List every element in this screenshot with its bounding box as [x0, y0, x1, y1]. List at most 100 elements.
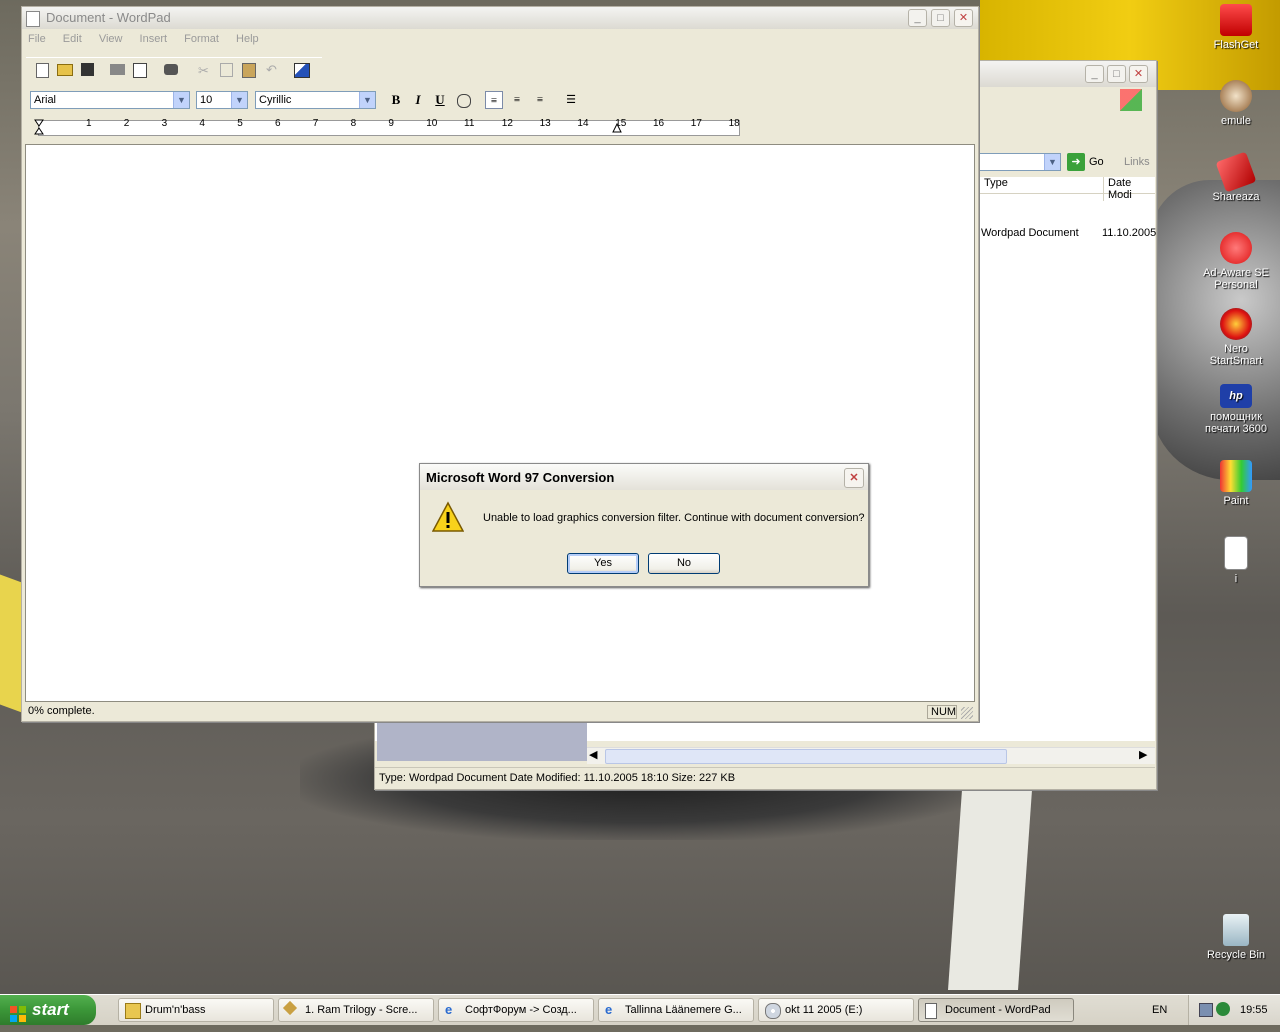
cut-icon[interactable]: ✂: [198, 63, 214, 79]
desktop-icon-i[interactable]: i: [1198, 536, 1274, 585]
print-icon[interactable]: [110, 64, 125, 75]
shareaza-icon: [1215, 151, 1257, 193]
font-size-combo[interactable]: 10 ▼: [196, 91, 248, 109]
ruler-number: 17: [690, 118, 702, 129]
menu-view[interactable]: View: [99, 33, 123, 45]
insert-date-time-icon[interactable]: [294, 63, 310, 78]
align-left-icon[interactable]: ≡: [485, 91, 503, 109]
menu-edit[interactable]: Edit: [63, 33, 82, 45]
scroll-thumb[interactable]: [605, 749, 1007, 764]
desktop-icon-label: Nero StartSmart: [1209, 343, 1263, 367]
status-text: 0% complete.: [28, 705, 95, 717]
task-wordpad[interactable]: Document - WordPad: [918, 998, 1074, 1022]
script-combo[interactable]: Cyrillic ▼: [255, 91, 376, 109]
menu-file[interactable]: File: [28, 33, 46, 45]
undo-icon[interactable]: ↶: [266, 62, 282, 78]
task-tallinna[interactable]: e Tallinna Läänemere G...: [598, 998, 754, 1022]
indent-marker-icon[interactable]: [34, 119, 44, 135]
window-title: Document - WordPad: [46, 10, 171, 25]
menu-bar: File Edit View Insert Format Help: [22, 29, 978, 49]
ruler-number: 6: [275, 118, 281, 129]
scroll-right-icon[interactable]: ▶: [1139, 748, 1147, 761]
network-icon[interactable]: [1199, 1003, 1213, 1017]
resize-grip-icon[interactable]: [961, 707, 973, 719]
align-right-icon[interactable]: ≡: [531, 91, 549, 109]
maximize-button[interactable]: □: [1107, 65, 1126, 83]
task-label: Document - WordPad: [945, 1004, 1051, 1016]
address-combo[interactable]: ▼: [979, 153, 1061, 171]
desktop-icon-flashget[interactable]: FlashGet: [1198, 4, 1274, 51]
italic-button[interactable]: I: [409, 91, 427, 109]
close-button[interactable]: ✕: [844, 468, 864, 488]
desktop-icon-adaware[interactable]: Ad-Aware SE Personal: [1198, 232, 1274, 291]
maximize-button[interactable]: □: [931, 9, 950, 27]
close-button[interactable]: ✕: [954, 9, 973, 27]
app-icon: [282, 1000, 298, 1016]
align-center-icon[interactable]: ≡: [508, 91, 526, 109]
recycle-bin-icon: [1223, 914, 1249, 946]
color-palette-icon[interactable]: [455, 91, 473, 109]
bullets-icon[interactable]: ☰: [562, 91, 580, 109]
nero-icon: [1220, 308, 1252, 340]
task-label: 1. Ram Trilogy - Scre...: [305, 1004, 418, 1016]
print-preview-icon[interactable]: [133, 63, 147, 78]
menu-format[interactable]: Format: [184, 33, 219, 45]
go-button[interactable]: Go: [1089, 156, 1104, 168]
task-softforum[interactable]: e СофтФорум -> Созд...: [438, 998, 594, 1022]
no-button[interactable]: No: [648, 553, 720, 574]
horizontal-scrollbar[interactable]: ◀ ▶: [587, 747, 1155, 764]
task-cd-drive[interactable]: okt 11 2005 (E:): [758, 998, 914, 1022]
paste-icon[interactable]: [242, 63, 256, 78]
menu-insert[interactable]: Insert: [140, 33, 168, 45]
task-ram-trilogy[interactable]: 1. Ram Trilogy - Scre...: [278, 998, 434, 1022]
desktop-icon-nero[interactable]: Nero StartSmart: [1198, 308, 1274, 367]
wordpad-titlebar[interactable]: Document - WordPad _ □ ✕: [22, 7, 978, 29]
ie-icon: e: [605, 1002, 613, 1017]
task-drumnbass[interactable]: Drum'n'bass: [118, 998, 274, 1022]
start-button[interactable]: start: [0, 995, 96, 1025]
file-type-cell[interactable]: Wordpad Document: [981, 227, 1079, 239]
desktop-icon-paint[interactable]: Paint: [1198, 460, 1274, 507]
underline-button[interactable]: U: [431, 91, 449, 109]
language-indicator[interactable]: EN: [1152, 1004, 1167, 1016]
wordpad-window[interactable]: Document - WordPad _ □ ✕ File Edit View …: [21, 6, 979, 722]
flashget-icon: [1220, 4, 1252, 36]
copy-icon[interactable]: [220, 63, 233, 77]
ruler[interactable]: 1 2 3 4 5 6 7 8 9 10 11 12 13 14 15 16 17 18: [26, 117, 974, 141]
explorer-status-text: Type: Wordpad Document Date Modified: 11…: [379, 772, 736, 784]
conversion-dialog[interactable]: Microsoft Word 97 Conversion ✕ Unable to…: [419, 463, 869, 587]
close-button[interactable]: ✕: [1129, 65, 1148, 83]
ruler-number: 2: [123, 118, 130, 129]
antivirus-icon[interactable]: [1216, 1002, 1230, 1016]
document-area[interactable]: [25, 144, 975, 702]
font-combo[interactable]: Arial ▼: [30, 91, 190, 109]
file-date-cell[interactable]: 11.10.2005: [1102, 227, 1156, 239]
bold-button[interactable]: B: [387, 91, 405, 109]
desktop-icon-recycle-bin[interactable]: Recycle Bin: [1198, 914, 1274, 961]
chevron-down-icon: ▼: [1044, 154, 1060, 170]
column-type[interactable]: Type: [984, 177, 1008, 189]
yes-button[interactable]: Yes: [567, 553, 639, 574]
cd-icon: [765, 1003, 781, 1019]
scroll-left-icon[interactable]: ◀: [589, 748, 597, 761]
minimize-button[interactable]: _: [908, 9, 927, 27]
new-icon[interactable]: [36, 63, 49, 78]
dialog-titlebar[interactable]: Microsoft Word 97 Conversion ✕: [420, 464, 868, 490]
warning-icon: [431, 501, 465, 533]
minimize-button[interactable]: _: [1085, 65, 1104, 83]
column-date-modified[interactable]: Date Modi: [1103, 177, 1155, 201]
ruler-number: 4: [199, 118, 205, 129]
ruler-number: 16: [653, 118, 665, 129]
links-label[interactable]: Links: [1124, 156, 1150, 168]
find-icon[interactable]: [164, 64, 178, 75]
save-icon[interactable]: [81, 63, 94, 76]
desktop-icon-hp[interactable]: hp помощник печати 3600: [1198, 384, 1274, 435]
right-indent-marker-icon[interactable]: [612, 122, 622, 133]
desktop-icon-shareaza[interactable]: Shareaza: [1198, 151, 1274, 203]
go-arrow-icon[interactable]: ➜: [1067, 153, 1085, 171]
open-icon[interactable]: [57, 64, 73, 76]
task-label: Tallinna Läänemere G...: [625, 1004, 742, 1016]
desktop-icon-emule[interactable]: emule: [1198, 80, 1274, 127]
script-value: Cyrillic: [259, 94, 292, 106]
menu-help[interactable]: Help: [236, 33, 259, 45]
